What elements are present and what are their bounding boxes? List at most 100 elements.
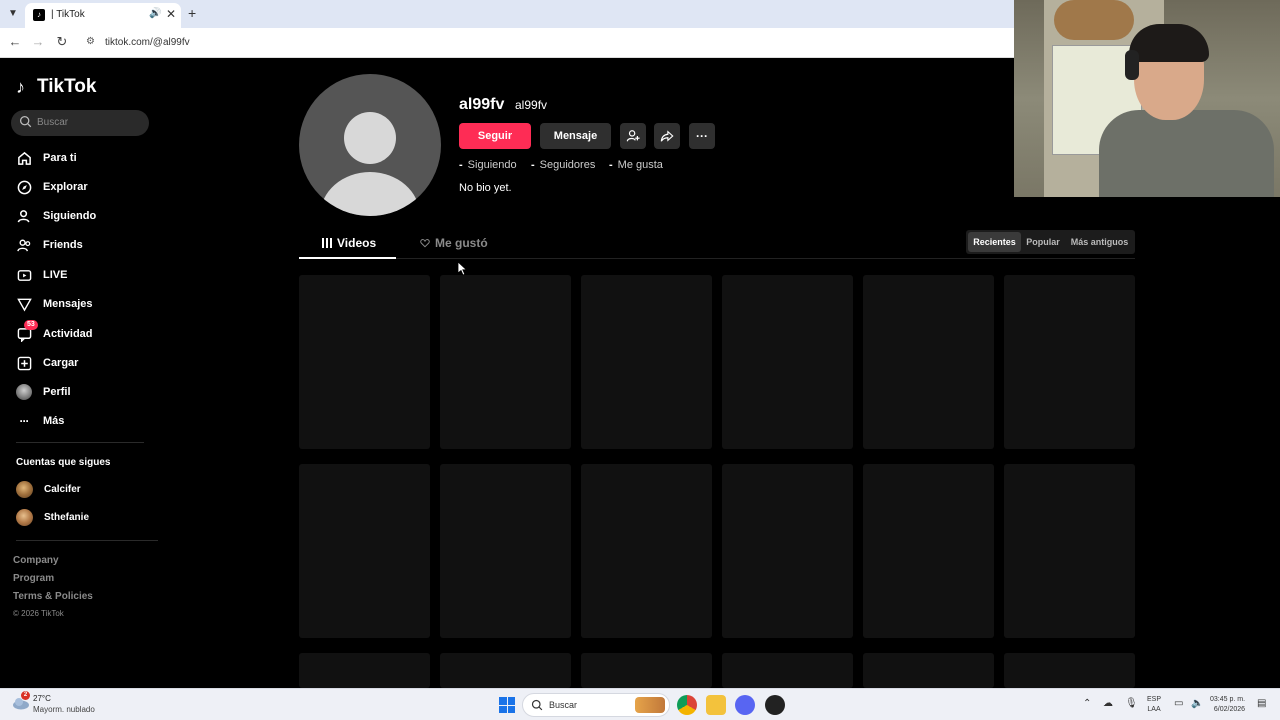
follow-button[interactable]: Seguir [459,123,531,149]
search-input[interactable]: Buscar [11,110,149,136]
clock-time: 03:45 p. m. [1210,696,1246,703]
suggested-accounts-button[interactable] [620,123,646,149]
language-indicator[interactable]: ESP LAA [1147,695,1161,715]
video-thumbnail-placeholder[interactable] [299,275,430,449]
windows-start-icon[interactable] [499,697,515,713]
avatar [16,481,33,498]
sidebar-item-label: Más [43,415,65,427]
sidebar-item-friends[interactable]: Friends [16,234,83,256]
profile-avatar-large [299,74,441,216]
video-thumbnail-placeholder[interactable] [863,653,994,688]
user-follow-icon [16,208,32,224]
chrome-icon[interactable] [677,695,697,715]
tiktok-logo[interactable]: ♪ TikTok [16,76,96,98]
back-arrow-icon[interactable]: ← [7,34,23,50]
sort-oldest-button[interactable]: Más antiguos [1066,232,1133,252]
video-thumbnail-placeholder[interactable] [1004,653,1135,688]
stat-label: Me gusta [617,159,663,171]
sidebar-item-actividad[interactable]: 53 Actividad [16,320,93,345]
video-thumbnail-placeholder[interactable] [863,464,994,638]
message-icon [16,296,32,312]
video-thumbnail-placeholder[interactable] [722,275,853,449]
sidebar-item-label: Mensajes [43,298,93,310]
tab-list-chevron-icon[interactable]: ▼ [5,6,21,22]
sort-popular-button[interactable]: Popular [1023,232,1063,252]
following-account[interactable]: Sthefanie [16,509,89,526]
video-thumbnail-placeholder[interactable] [863,275,994,449]
video-thumbnail-placeholder[interactable] [722,653,853,688]
site-info-icon[interactable]: ⚙ [86,36,95,47]
discord-icon[interactable] [735,695,755,715]
default-user-icon [320,112,420,216]
sidebar-item-siguiendo[interactable]: Siguiendo [16,205,96,227]
taskbar-search-label: Buscar [549,700,578,710]
sidebar-item-explorar[interactable]: Explorar [16,176,88,198]
profile-nickname: al99fv [515,98,548,112]
obs-icon[interactable] [765,695,785,715]
grid-icon [322,238,332,248]
video-thumbnail-placeholder[interactable] [440,275,571,449]
video-thumbnail-placeholder[interactable] [581,653,712,688]
forward-arrow-icon[interactable]: → [30,34,46,50]
sidebar-item-live[interactable]: LIVE [16,264,67,286]
tray-chevron-icon[interactable]: ⌃ [1083,698,1091,709]
video-thumbnail-placeholder[interactable] [581,275,712,449]
active-tab-indicator [299,257,396,259]
search-icon [19,115,32,128]
sort-recent-button[interactable]: Recientes [968,232,1021,252]
network-icon[interactable]: ▭ [1174,698,1183,709]
more-options-button[interactable]: ··· [689,123,715,149]
video-thumbnail-placeholder[interactable] [1004,464,1135,638]
video-thumbnail-placeholder[interactable] [440,653,571,688]
profile-bio: No bio yet. [459,182,512,194]
weather-cloud-icon[interactable]: 2 [12,691,30,711]
file-explorer-icon[interactable] [706,695,726,715]
sidebar-item-para-ti[interactable]: Para ti [16,147,77,169]
reload-icon[interactable]: ↻ [54,34,70,50]
sidebar-item-cargar[interactable]: Cargar [16,352,78,374]
tab-liked[interactable]: Me gustó [420,236,488,250]
footer-link-program[interactable]: Program [13,573,54,584]
url-field[interactable]: tiktok.com/@al99fv [105,37,190,48]
sidebar-item-label: Para ti [43,152,77,164]
tiktok-favicon-icon: ♪ [33,9,45,21]
close-tab-icon[interactable]: ✕ [166,7,176,21]
tab-videos[interactable]: Videos [322,236,376,250]
add-friend-icon [626,130,640,142]
video-thumbnail-placeholder[interactable] [581,464,712,638]
account-name: Calcifer [44,484,81,495]
video-thumbnail-placeholder[interactable] [299,464,430,638]
taskbar-clock[interactable]: 03:45 p. m. 6/02/2026 [1210,695,1245,715]
weather-temp: 27°C [33,694,51,703]
video-thumbnail-placeholder[interactable] [1004,275,1135,449]
stat-followers[interactable]: - Seguidores [531,159,595,171]
speaker-icon[interactable]: 🔊 [149,8,161,19]
volume-icon[interactable]: 🔈 [1191,698,1203,709]
sidebar-item-mas[interactable]: ··· Más [16,410,65,432]
taskbar-search[interactable]: Buscar [522,693,670,717]
video-thumbnail-placeholder[interactable] [722,464,853,638]
following-account[interactable]: Calcifer [16,481,81,498]
message-button[interactable]: Mensaje [540,123,611,149]
share-arrow-icon [660,130,674,142]
notification-icon[interactable]: ▤ [1257,698,1266,709]
microphone-icon[interactable]: 🎙 [1125,698,1138,709]
heart-lock-icon [420,239,430,248]
new-tab-plus-icon[interactable]: + [188,5,196,21]
onedrive-icon[interactable]: ☁ [1103,698,1113,709]
browser-tab[interactable]: ♪ | TikTok 🔊 ✕ [25,3,181,28]
home-icon [16,150,32,166]
sidebar-item-perfil[interactable]: Perfil [16,381,71,403]
video-thumbnail-placeholder[interactable] [440,464,571,638]
video-thumbnail-placeholder[interactable] [299,653,430,688]
sidebar-item-label: Perfil [43,386,71,398]
sidebar-item-mensajes[interactable]: Mensajes [16,293,93,315]
sidebar-item-label: Siguiendo [43,210,97,222]
footer-link-terms[interactable]: Terms & Policies [13,591,93,602]
tiktok-note-icon: ♪ [16,77,25,97]
stat-value: - [609,159,613,171]
footer-link-company[interactable]: Company [13,555,59,566]
share-button[interactable] [654,123,680,149]
search-placeholder: Buscar [37,117,69,128]
stat-following[interactable]: - Siguiendo [459,159,517,171]
